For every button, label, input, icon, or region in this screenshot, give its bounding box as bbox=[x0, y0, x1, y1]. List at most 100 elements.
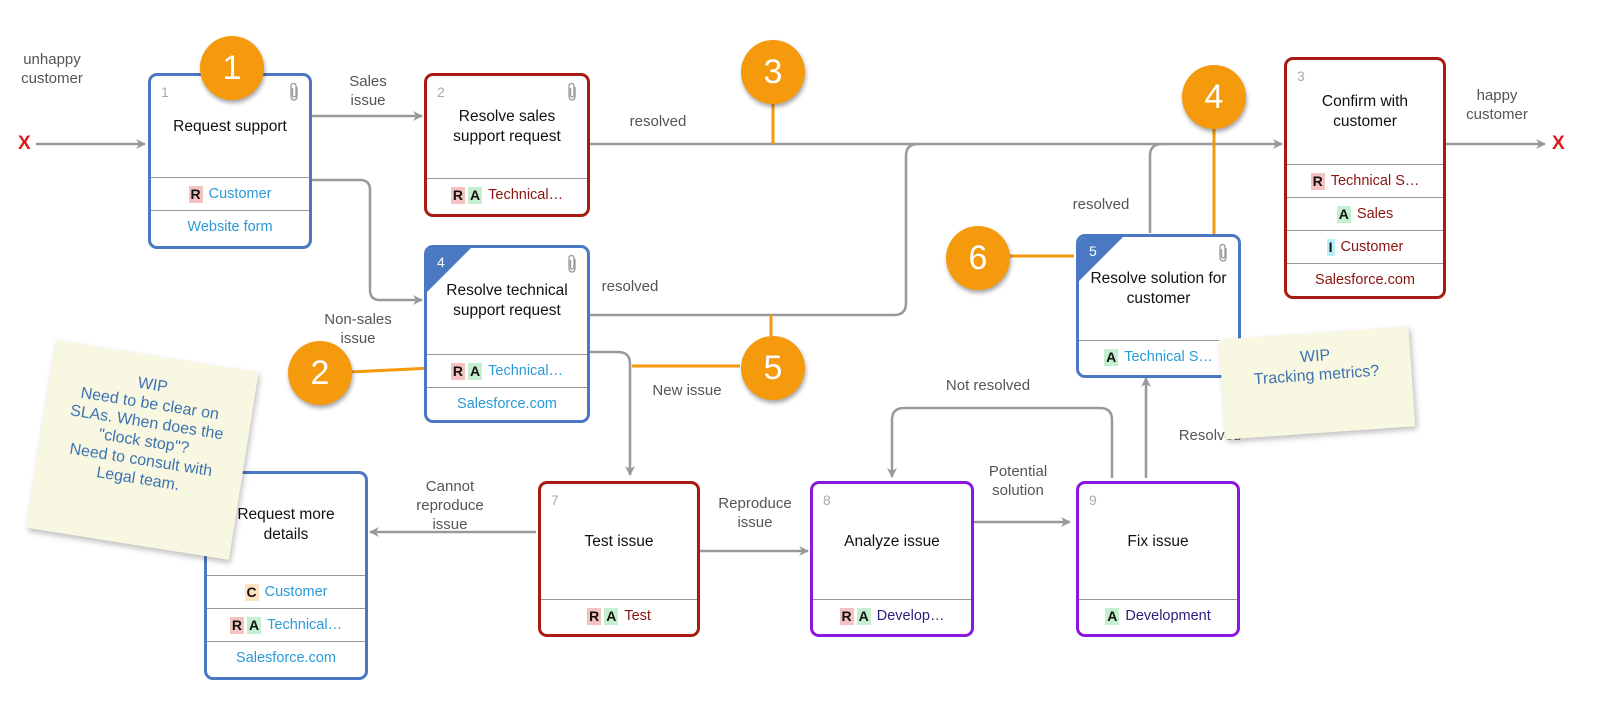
raci-badge-c: C bbox=[244, 583, 259, 601]
system-row[interactable]: Salesforce.com bbox=[1287, 263, 1443, 296]
raci-row[interactable]: R A Technical… bbox=[427, 354, 587, 387]
edge-label-resolved-solution: resolved bbox=[1072, 196, 1130, 213]
card-title: Confirm with customer bbox=[1321, 93, 1409, 130]
end-event-icon[interactable]: X bbox=[1552, 133, 1565, 155]
raci-badge-a: A bbox=[247, 616, 262, 634]
edge-label-resolved-technical: resolved bbox=[601, 278, 659, 295]
connector-5-to-3 bbox=[1148, 142, 1163, 233]
start-event-icon[interactable]: X bbox=[18, 133, 31, 155]
raci-badge-a: A bbox=[604, 607, 619, 625]
callout-marker-6[interactable]: 6 bbox=[946, 226, 1010, 290]
edge-label-not-resolved: Not resolved bbox=[945, 377, 1031, 394]
card-number: 9 bbox=[1089, 492, 1097, 508]
card-title: Resolve sales support request bbox=[453, 108, 561, 145]
edge-label-resolved-sales: resolved bbox=[629, 113, 687, 130]
system-name: Website form bbox=[187, 219, 273, 235]
raci-badges: A bbox=[1104, 348, 1119, 366]
callout-marker-2[interactable]: 2 bbox=[288, 341, 352, 405]
raci-badge-r: R bbox=[450, 362, 466, 380]
raci-badge-a: A bbox=[1105, 607, 1120, 625]
card-flag-corner bbox=[1079, 237, 1123, 281]
raci-badge-r: R bbox=[839, 607, 854, 625]
activity-card-5[interactable]: 5 Resolve solution for customer A Technical… bbox=[1076, 234, 1241, 378]
raci-badges: RA bbox=[450, 362, 483, 380]
raci-badges: RA bbox=[450, 186, 483, 204]
card-title: Fix issue bbox=[1127, 532, 1189, 550]
paperclip-attachment-icon[interactable] bbox=[566, 254, 578, 279]
raci-badge-r: R bbox=[188, 185, 203, 203]
raci-row[interactable]: C Customer bbox=[207, 575, 365, 608]
activity-card-7[interactable]: 7 Test issue R A Test bbox=[538, 481, 700, 637]
connector-4-to-7 bbox=[588, 350, 635, 476]
system-row[interactable]: Salesforce.com bbox=[207, 641, 365, 674]
raci-badges: C bbox=[244, 583, 259, 601]
activity-card-8[interactable]: 8 Analyze issue R A Develop… bbox=[810, 481, 974, 637]
raci-row[interactable]: R Technical S… bbox=[1287, 164, 1443, 197]
callout-marker-3[interactable]: 3 bbox=[741, 40, 805, 104]
raci-row[interactable]: R A Technical… bbox=[207, 608, 365, 641]
resource-name: Develop… bbox=[876, 608, 945, 624]
raci-badges: RA bbox=[587, 607, 619, 625]
system-row[interactable]: Website form bbox=[151, 210, 309, 243]
raci-badge-r: R bbox=[587, 607, 602, 625]
callout-marker-1[interactable]: 1 bbox=[200, 36, 264, 100]
raci-badge-a: A bbox=[1336, 205, 1351, 223]
raci-row[interactable]: A Development bbox=[1079, 599, 1237, 632]
resource-name: Development bbox=[1125, 608, 1211, 624]
paperclip-attachment-icon[interactable] bbox=[1217, 243, 1229, 268]
card-number: 7 bbox=[551, 492, 559, 508]
activity-card-3[interactable]: 3 Confirm with customer R Technical S… A Sale… bbox=[1284, 57, 1446, 299]
raci-row[interactable]: R Customer bbox=[151, 177, 309, 210]
raci-badges: R bbox=[188, 185, 203, 203]
edge-label-potential-solution: Potential solution bbox=[988, 463, 1048, 499]
raci-row[interactable]: A Sales bbox=[1287, 197, 1443, 230]
resource-name: Technical S… bbox=[1330, 173, 1420, 189]
raci-badge-r: R bbox=[229, 616, 245, 634]
raci-row[interactable]: R A Develop… bbox=[813, 599, 971, 632]
resource-name: Customer bbox=[264, 584, 328, 600]
card-number: 5 bbox=[1089, 243, 1097, 259]
activity-card-2[interactable]: 2 Resolve sales support request R A Technica… bbox=[424, 73, 590, 217]
card-flag-corner bbox=[427, 248, 471, 292]
paperclip-attachment-icon[interactable] bbox=[288, 82, 300, 107]
activity-card-4[interactable]: 4 Resolve technical support request R A Tech… bbox=[424, 245, 590, 423]
edge-label-non-sales-issue: Non-sales issue bbox=[324, 311, 392, 347]
raci-badge-a: A bbox=[468, 186, 483, 204]
card-number: 8 bbox=[823, 492, 831, 508]
connector-1-to-4 bbox=[308, 178, 423, 305]
system-name: Salesforce.com bbox=[457, 396, 557, 412]
resource-name: Customer bbox=[208, 186, 272, 202]
card-title: Analyze issue bbox=[844, 532, 940, 550]
activity-card-9[interactable]: 9 Fix issue A Development bbox=[1076, 481, 1240, 637]
callout-marker-4[interactable]: 4 bbox=[1182, 65, 1246, 129]
resource-name: Technical S… bbox=[1124, 349, 1213, 365]
raci-badge-a: A bbox=[856, 607, 871, 625]
marker-2-leader bbox=[349, 366, 433, 374]
raci-row[interactable]: I Customer bbox=[1287, 230, 1443, 263]
resource-name: Technical… bbox=[488, 363, 564, 379]
card-number: 1 bbox=[161, 84, 169, 100]
card-title: Test issue bbox=[584, 532, 654, 550]
raci-row[interactable]: R A Test bbox=[541, 599, 697, 632]
sticky-note-metrics[interactable]: WIP Tracking metrics? bbox=[1218, 326, 1416, 440]
edge-label-new-issue: New issue bbox=[652, 382, 722, 399]
resource-name: Customer bbox=[1340, 239, 1404, 255]
callout-marker-5[interactable]: 5 bbox=[741, 336, 805, 400]
start-label: unhappy customer bbox=[21, 51, 83, 87]
resource-name: Technical… bbox=[488, 187, 564, 203]
resource-name: Sales bbox=[1356, 206, 1394, 222]
raci-badge-a: A bbox=[1104, 348, 1119, 366]
raci-badge-r: R bbox=[450, 186, 466, 204]
card-number: 4 bbox=[437, 254, 445, 270]
resource-name: Technical… bbox=[267, 617, 343, 633]
raci-row[interactable]: A Technical S… bbox=[1079, 340, 1238, 373]
sticky-note-sla[interactable]: WIP Need to be clear on SLAs. When does … bbox=[26, 340, 259, 560]
resource-name: Test bbox=[624, 608, 651, 624]
raci-badge-i: I bbox=[1326, 238, 1335, 256]
paperclip-attachment-icon[interactable] bbox=[566, 82, 578, 107]
edge-label-cannot-reproduce: Cannot reproduce issue bbox=[416, 478, 484, 533]
raci-badges: I bbox=[1326, 238, 1335, 256]
system-row[interactable]: Salesforce.com bbox=[427, 387, 587, 420]
raci-badge-a: A bbox=[468, 362, 483, 380]
raci-row[interactable]: R A Technical… bbox=[427, 178, 587, 211]
